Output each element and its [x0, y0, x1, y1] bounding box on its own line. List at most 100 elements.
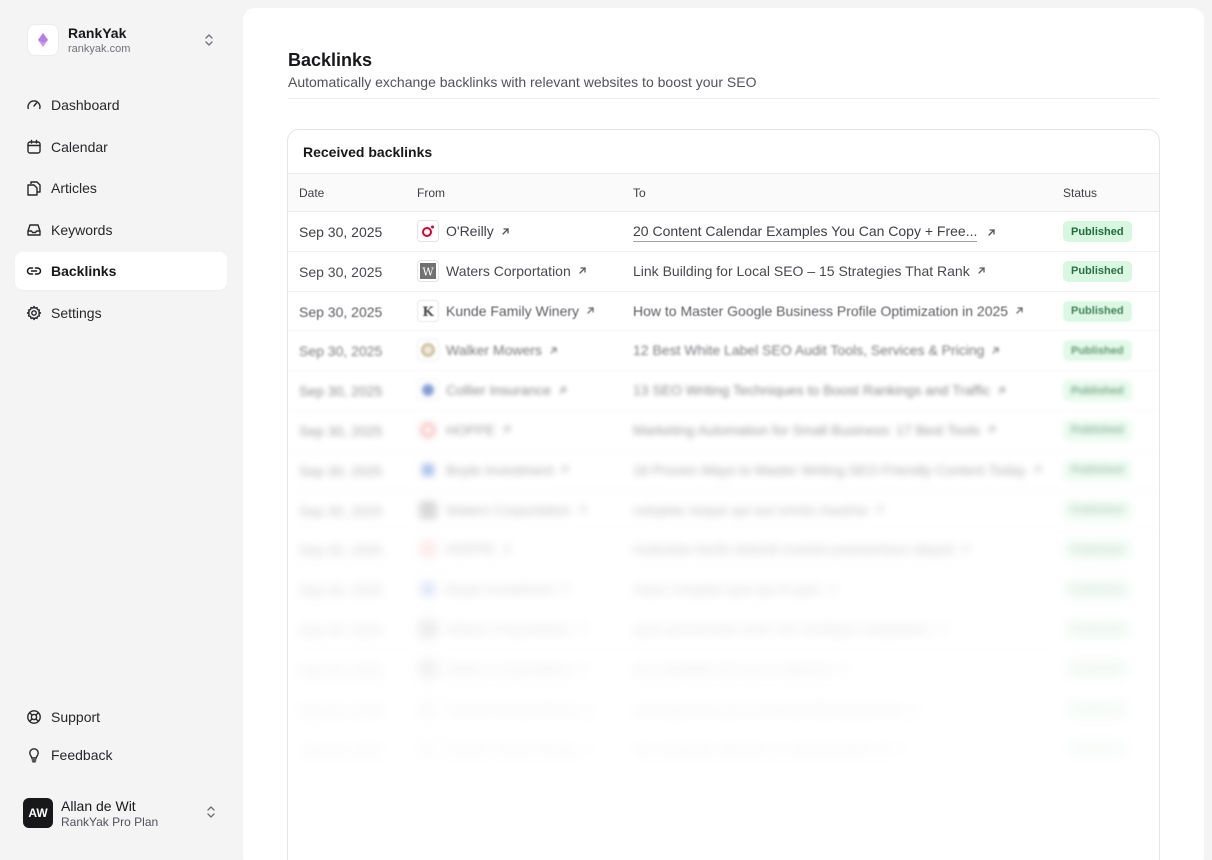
to-article-link[interactable]: 13 SEO Writing Techniques to Boost Ranki…: [633, 382, 1006, 398]
workspace-name: RankYak: [68, 24, 127, 41]
external-link-icon: [549, 346, 558, 355]
to-article-link[interactable]: quas perferendis enim non similique volu…: [633, 621, 946, 637]
external-link-icon: [910, 704, 919, 713]
to-article-link[interactable]: 16 Proven Ways to Master Writing SEO Fri…: [633, 462, 1042, 478]
to-article-link[interactable]: consequuntur qui et aut doloribus possim…: [633, 701, 919, 717]
chevron-up-down-icon: [203, 33, 215, 52]
svg-text:W: W: [422, 623, 434, 636]
from-link[interactable]: W Waters Corportation: [417, 498, 587, 521]
from-site-name: HOPPE: [446, 541, 496, 558]
from-link[interactable]: HOPPE: [417, 538, 511, 561]
row-date: Sep 30, 2025: [299, 542, 383, 559]
nav-item-feedback[interactable]: Feedback: [15, 736, 227, 774]
external-link-icon: [991, 346, 1000, 355]
to-article-title: quas perferendis enim non similique volu…: [633, 620, 930, 637]
sidebar: RankYak rankyak.com Dashboard Calendar A…: [0, 0, 242, 860]
from-site-name: Collier Insurance: [446, 382, 552, 399]
from-link[interactable]: W Waters Corportation: [417, 657, 587, 680]
to-article-title: 13 SEO Writing Techniques to Boost Ranki…: [633, 382, 991, 399]
from-link[interactable]: Collier Insurance: [417, 379, 567, 402]
to-article-link[interactable]: non excepturi aliquam ut reprehenderit s…: [633, 740, 907, 756]
workspace-domain: rankyak.com: [68, 42, 131, 55]
user-menu[interactable]: AW Allan de Wit RankYak Pro Plan: [15, 788, 227, 838]
user-name: Allan de Wit: [61, 797, 136, 814]
from-link[interactable]: HOPPE: [417, 418, 511, 441]
to-article-link[interactable]: Link Building for Local SEO – 15 Strateg…: [633, 263, 986, 279]
status-badge: Published: [1063, 539, 1132, 561]
files-icon: [26, 180, 42, 196]
row-date: Sep 30, 2025: [299, 462, 383, 479]
status-badge: Published: [1063, 340, 1132, 362]
from-link[interactable]: Walker Mowers: [417, 339, 558, 362]
boyle-logo-icon: [417, 458, 439, 481]
from-site-name: Kunde Family Winery: [446, 302, 580, 319]
from-link[interactable]: W Waters Corportation: [417, 617, 587, 640]
nav-item-support[interactable]: Support: [15, 698, 227, 736]
status-badge: Published: [1063, 658, 1132, 680]
lightbulb-icon: [26, 747, 42, 763]
to-article-title: 16 Proven Ways to Master Writing SEO Fri…: [633, 461, 1026, 478]
from-link[interactable]: K Kunde Family Winery: [417, 299, 595, 322]
from-link[interactable]: W Waters Corportation: [417, 259, 587, 282]
nav-label: Backlinks: [51, 263, 117, 280]
external-link-icon: [578, 664, 587, 673]
table-body: Sep 30, 2025 O'Reilly 20 Content Calenda…: [288, 212, 1159, 770]
external-link-icon: [898, 744, 907, 753]
to-article-link[interactable]: natus voluptas quis qui et quis: [633, 581, 837, 597]
to-article-link[interactable]: molestias facilis deleniti eveniet praes…: [633, 541, 970, 557]
external-link-icon: [501, 227, 510, 236]
from-site-name: Waters Corportation: [446, 660, 571, 677]
to-article-link[interactable]: voluptas neque qui aut omnis maxime: [633, 502, 884, 518]
to-article-link[interactable]: 12 Best White Label SEO Audit Tools, Ser…: [633, 342, 1000, 358]
nav-item-backlinks[interactable]: Backlinks: [15, 252, 227, 291]
from-link[interactable]: Boyle Investment: [417, 458, 569, 481]
from-link[interactable]: Boyle Investment: [417, 578, 569, 601]
waters-logo-icon: W: [417, 657, 439, 680]
to-article-link[interactable]: How to Master Google Business Profile Op…: [633, 303, 1024, 319]
to-article-link[interactable]: 20 Content Calendar Examples You Can Cop…: [633, 223, 996, 242]
svg-text:W: W: [422, 265, 434, 278]
to-article-title: Link Building for Local SEO – 15 Strateg…: [633, 262, 970, 279]
card-title: Received backlinks: [303, 143, 433, 160]
from-link[interactable]: O'Reilly: [417, 220, 510, 242]
from-site-name: Boyle Investment: [446, 461, 554, 478]
external-link-icon: [828, 585, 837, 594]
to-article-link[interactable]: aut voluptate est non in dolorum: [633, 661, 848, 677]
external-link-icon: [578, 505, 587, 514]
nav-label: Keywords: [51, 221, 113, 238]
to-article-title: molestias facilis deleniti eveniet praes…: [633, 541, 954, 558]
header-divider: [288, 98, 1159, 99]
from-site-name: Walker Mowers: [446, 342, 542, 359]
row-date: Sep 30, 2025: [299, 661, 383, 678]
chevron-up-down-icon: [205, 805, 217, 824]
table-header: Date From To Status: [288, 173, 1159, 212]
to-article-link[interactable]: Marketing Automation for Small Business:…: [633, 422, 996, 438]
user-plan: RankYak Pro Plan: [61, 814, 159, 829]
app-root: RankYak rankyak.com Dashboard Calendar A…: [0, 0, 1212, 860]
workspace-switcher[interactable]: RankYak rankyak.com: [15, 16, 227, 64]
to-article-title: voluptas neque qui aut omnis maxime: [633, 501, 869, 518]
external-link-icon: [875, 505, 884, 514]
external-link-icon: [961, 545, 970, 554]
nav-item-calendar[interactable]: Calendar: [15, 128, 227, 166]
nav-item-articles[interactable]: Articles: [15, 169, 227, 207]
table-row: Sep 30, 2025 HOPPE Marketing Automation …: [288, 411, 1159, 451]
nav-item-keywords[interactable]: Keywords: [15, 211, 227, 249]
from-site-name: HOPPE: [446, 421, 496, 438]
nav-item-dashboard[interactable]: Dashboard: [15, 86, 227, 124]
nav-item-settings[interactable]: Settings: [15, 294, 227, 332]
column-header-status: Status: [1063, 186, 1098, 200]
workspace-text: RankYak rankyak.com: [68, 26, 130, 55]
external-link-icon: [1033, 465, 1042, 474]
external-link-icon: [560, 465, 569, 474]
from-link[interactable]: K Kunde Family Winery: [417, 737, 595, 760]
gauge-icon: [26, 97, 42, 113]
row-date: Sep 30, 2025: [299, 343, 383, 360]
hoppe-logo-icon: [417, 538, 439, 561]
waters-logo-icon: W: [417, 617, 439, 640]
status-badge: Published: [1063, 618, 1132, 640]
from-link[interactable]: K Kunde Family Winery: [417, 697, 595, 720]
user-text: Allan de Wit RankYak Pro Plan: [61, 799, 158, 828]
row-date: Sep 30, 2025: [299, 582, 383, 599]
kunde-logo-icon: K: [417, 299, 439, 322]
